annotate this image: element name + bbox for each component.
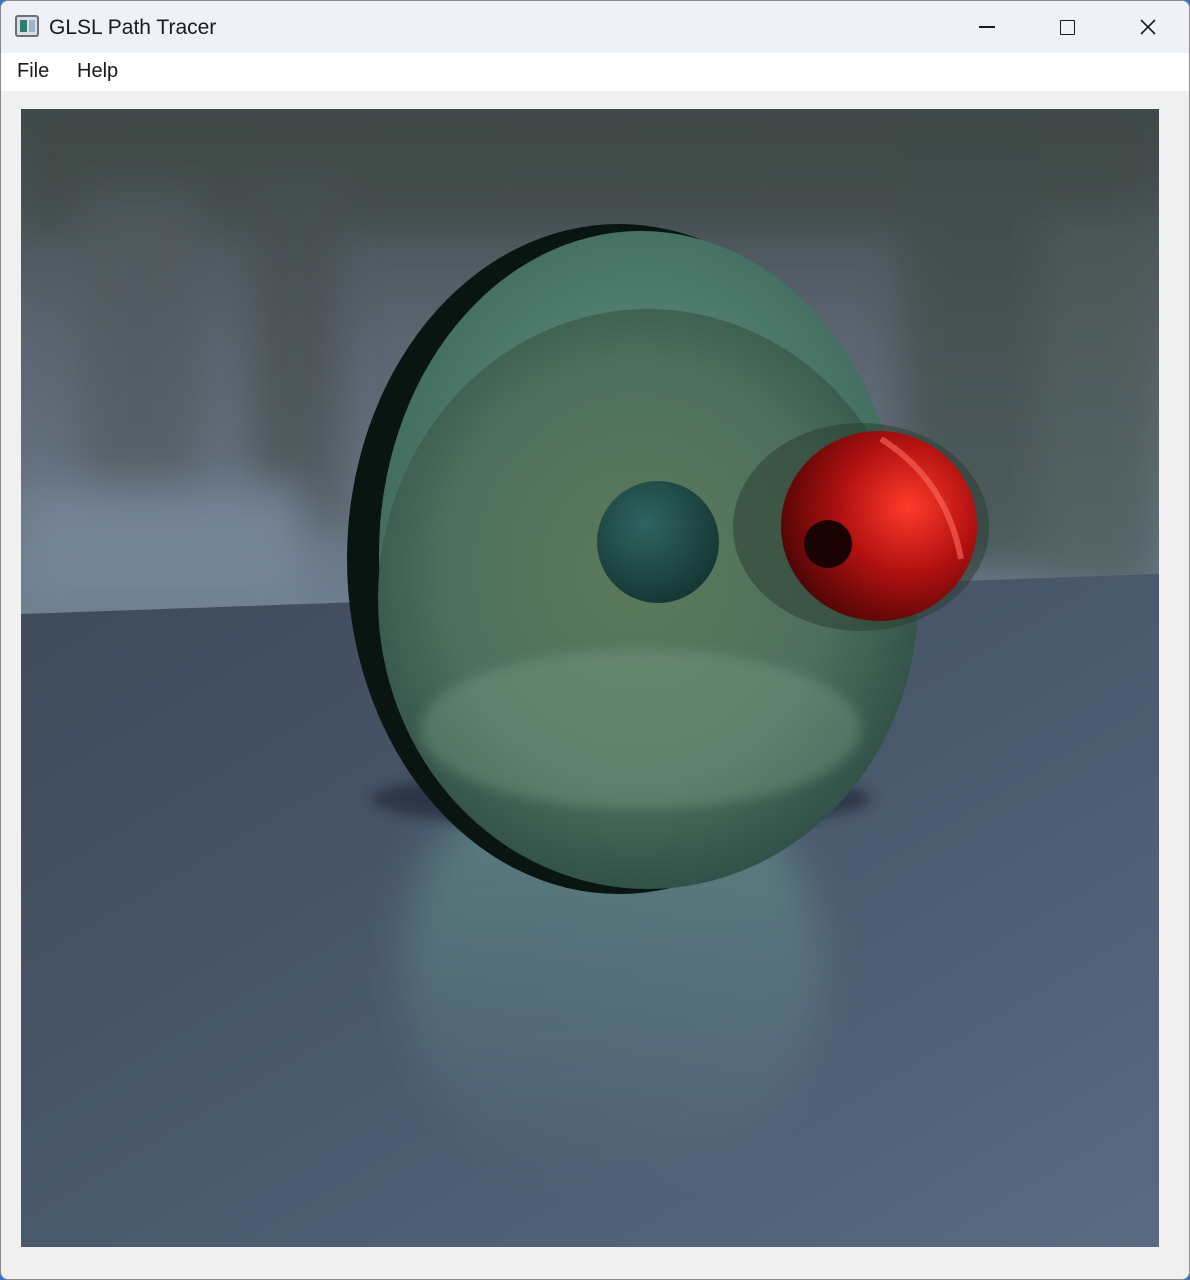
close-button[interactable]	[1108, 1, 1188, 53]
maximize-icon	[1059, 19, 1075, 35]
app-window: GLSL Path Tracer File Help	[0, 0, 1190, 1280]
menu-file[interactable]: File	[15, 60, 51, 83]
menu-bar: File Help	[1, 53, 1189, 91]
minimize-button[interactable]	[947, 1, 1027, 53]
close-icon	[1140, 19, 1156, 35]
render-viewport[interactable]	[21, 109, 1159, 1247]
window-title: GLSL Path Tracer	[49, 16, 217, 39]
app-window-icon	[15, 15, 39, 37]
rendered-scene	[21, 109, 1159, 1247]
title-bar[interactable]: GLSL Path Tracer	[1, 1, 1189, 53]
menu-help[interactable]: Help	[75, 60, 120, 83]
minimize-icon	[979, 26, 995, 28]
maximize-button[interactable]	[1027, 1, 1107, 53]
